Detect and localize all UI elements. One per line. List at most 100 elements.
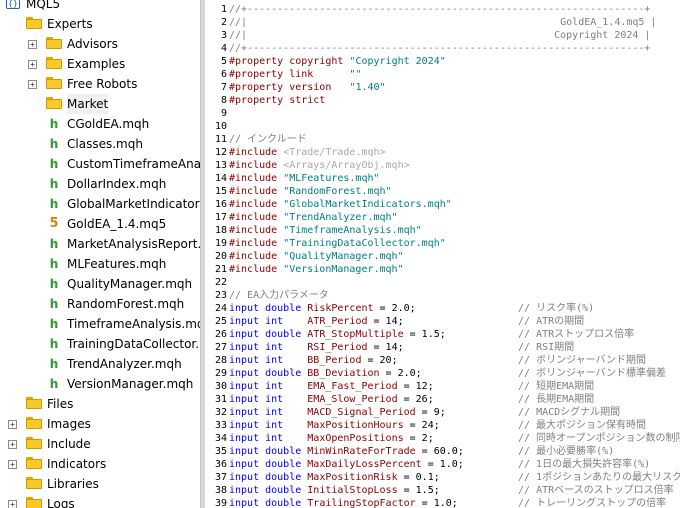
- line-number: 25: [214, 316, 227, 327]
- code-token: #property version: [229, 82, 350, 93]
- code-token: #include: [229, 199, 284, 210]
- tree-item-label: Free Robots: [67, 77, 138, 91]
- tree-item-label: Examples: [67, 57, 126, 71]
- code-token: InitialStopLoss: [307, 485, 398, 496]
- header-file-icon: h: [49, 177, 59, 191]
- code-token: = 1.5;: [403, 329, 518, 340]
- code-token: = 26;: [397, 394, 519, 405]
- code-token: // ATRベースのストップロス倍率: [518, 485, 674, 496]
- code-token: input double: [229, 472, 308, 483]
- code-token: MaxOpenPositions: [307, 433, 404, 444]
- code-token: = 2.0;: [373, 303, 519, 314]
- code-text: #property version "1.40": [229, 81, 386, 94]
- line-number: 27: [214, 342, 227, 353]
- header-file-icon: h: [49, 237, 59, 251]
- line-number: 37: [214, 472, 227, 483]
- expand-icon[interactable]: +: [8, 420, 17, 429]
- code-token: #include: [229, 264, 284, 275]
- code-text: input int MaxPositionHours = 24; // 最大ポジ…: [229, 419, 646, 432]
- code-text: input double MaxPositionRisk = 0.1; // 1…: [229, 471, 680, 484]
- line-number: 26: [214, 329, 227, 340]
- tree-item-label: Experts: [47, 17, 93, 31]
- line-number: 30: [214, 381, 227, 392]
- tree-item-label: MarketAnalysisReport.mc: [67, 237, 200, 251]
- header-file-icon: h: [49, 117, 59, 131]
- header-file-icon: h: [49, 277, 59, 291]
- tree-item-label: DollarIndex.mqh: [67, 177, 167, 191]
- code-token: #include: [229, 212, 284, 223]
- code-token: // ATRの期間: [518, 316, 585, 327]
- code-text: #include "MLFeatures.mqh": [229, 172, 380, 185]
- code-token: // 1ポジションあたりの最大リスク(%): [518, 472, 680, 483]
- tree-item-label: Indicators: [47, 457, 107, 471]
- header-file-icon: h: [49, 197, 59, 211]
- code-token: MaxPositionHours: [307, 420, 404, 431]
- code-text: //+-------------------------------------…: [229, 42, 650, 55]
- code-token: "QualityManager.mqh": [283, 251, 404, 262]
- code-text: #include "TimeframeAnalysis.mqh": [229, 224, 422, 237]
- code-token: // ATRストップロス倍率: [518, 329, 635, 340]
- code-token: // ボリンジャーバンド標準偏差: [518, 368, 666, 379]
- code-text: #property copyright "Copyright 2024": [229, 55, 446, 68]
- line-number: 2: [220, 17, 227, 28]
- line-number: 19: [214, 238, 227, 249]
- code-text: #include <Arrays/ArrayObj.mqh>: [229, 159, 410, 172]
- expand-icon[interactable]: +: [8, 500, 17, 508]
- code-text: #include <Trade/Trade.mqh>: [229, 146, 386, 159]
- code-token: #property strict: [229, 95, 326, 106]
- expand-icon[interactable]: +: [8, 460, 17, 469]
- code-token: = 1.0;: [421, 459, 518, 470]
- code-token: #include: [229, 147, 284, 158]
- header-file-icon: h: [49, 137, 59, 151]
- code-token: // 短期EMA期間: [518, 381, 595, 392]
- tree-item-label: Files: [47, 397, 74, 411]
- code-text: #include "TrendAnalyzer.mqh": [229, 211, 398, 224]
- line-number: 20: [214, 251, 227, 262]
- line-number: 29: [214, 368, 227, 379]
- code-token: = 2;: [403, 433, 518, 444]
- code-token: ATR_StopMultiple: [307, 329, 404, 340]
- line-number: 34: [214, 433, 227, 444]
- line-number: 16: [214, 199, 227, 210]
- code-token: input int: [229, 407, 308, 418]
- code-token: "VersionManager.mqh": [283, 264, 404, 275]
- tree-item-label: RandomForest.mqh: [67, 297, 185, 311]
- code-token: // 同時オープンポジション数の制限: [518, 433, 680, 444]
- tree-root-label: MQL5: [26, 0, 61, 11]
- code-token: #include: [229, 238, 284, 249]
- tree-item-label: VersionManager.mqh: [67, 377, 194, 391]
- folder-icon: [26, 437, 42, 449]
- tree-item-label: Include: [47, 437, 91, 451]
- code-token: = 14;: [367, 316, 519, 327]
- code-token: input int: [229, 420, 308, 431]
- code-editor[interactable]: 1//+------------------------------------…: [205, 0, 680, 508]
- header-file-icon: h: [49, 337, 59, 351]
- header-file-icon: h: [49, 297, 59, 311]
- tree-item-label: TrendAnalyzer.mqh: [67, 357, 182, 371]
- code-token: #include: [229, 160, 284, 171]
- code-token: MinWinRateForTrade: [307, 446, 416, 457]
- tree-item-label: Market: [67, 94, 109, 114]
- code-token: "RandomForest.mqh": [283, 186, 392, 197]
- code-token: input double: [229, 498, 308, 508]
- code-token: // 最大ポジション保有時間: [518, 420, 647, 431]
- code-token: input int: [229, 316, 308, 327]
- code-token: MaxPositionRisk: [307, 472, 398, 483]
- tree-item-label: Advisors: [67, 37, 118, 51]
- line-number: 21: [214, 264, 227, 275]
- expand-icon[interactable]: +: [28, 80, 37, 89]
- line-number: 22: [214, 277, 227, 288]
- expand-icon[interactable]: +: [28, 60, 37, 69]
- code-token: "MLFeatures.mqh": [283, 173, 380, 184]
- folder-icon: [46, 37, 62, 49]
- code-token: #include: [229, 186, 284, 197]
- header-file-icon: h: [49, 257, 59, 271]
- folder-open-icon: [26, 17, 42, 29]
- line-number: 13: [214, 160, 227, 171]
- line-number: 8: [220, 95, 227, 106]
- expand-icon[interactable]: +: [8, 440, 17, 449]
- expand-icon[interactable]: +: [28, 40, 37, 49]
- code-text: input int RSI_Period = 14; // RSI期間: [229, 341, 574, 354]
- code-token: = 9;: [415, 407, 519, 418]
- code-token: // リスク率(%): [518, 303, 595, 314]
